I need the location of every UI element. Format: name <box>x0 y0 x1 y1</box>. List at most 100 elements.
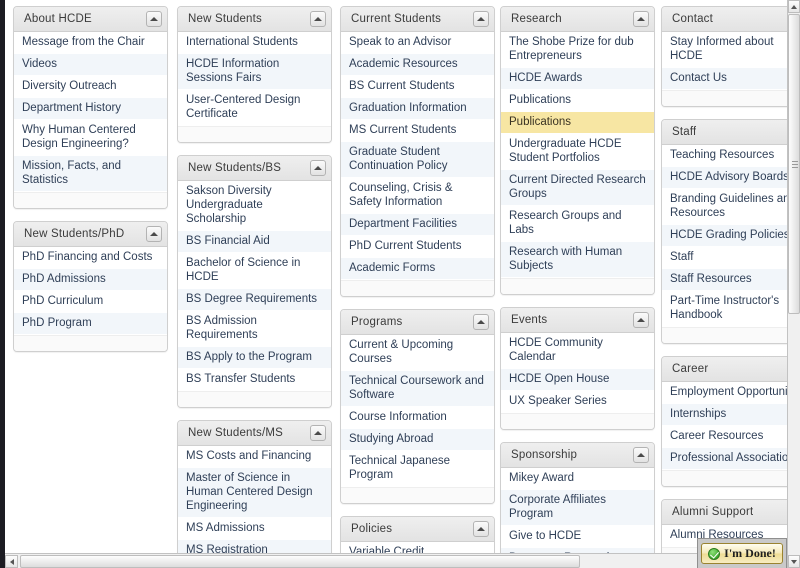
card-item[interactable]: Message from the Chair <box>14 32 167 54</box>
card-item[interactable]: Corporate Affiliates Program <box>501 490 654 526</box>
card-item[interactable]: Academic Resources <box>341 54 494 76</box>
collapse-triangle-up-icon[interactable] <box>310 425 326 441</box>
card-group-panel[interactable]: New Students/PhD PhD Financing and Costs P… <box>13 221 168 352</box>
card-group-panel[interactable]: New Students/BS Sakson Diversity Undergra… <box>177 155 332 408</box>
card-item[interactable]: HCDE Advisory Boards <box>662 167 787 189</box>
card-item[interactable]: Career Resources <box>662 426 787 448</box>
collapse-triangle-up-icon[interactable] <box>310 160 326 176</box>
card-item[interactable]: HCDE Community Calendar <box>501 333 654 369</box>
card-item[interactable]: Variable Credit Registration Policy <box>341 542 494 553</box>
card-item[interactable]: International Students <box>178 32 331 54</box>
card-item[interactable]: Contact Us <box>662 68 787 90</box>
im-done-button[interactable]: I'm Done! <box>701 543 783 564</box>
card-group-dropzone[interactable] <box>662 470 787 486</box>
card-group-dropzone[interactable] <box>662 327 787 343</box>
card-item[interactable]: Bachelor of Science in HCDE <box>178 253 331 289</box>
card-item[interactable]: Master of Science in Human Centered Desi… <box>178 468 331 518</box>
card-item[interactable]: Course Information <box>341 407 494 429</box>
card-item[interactable]: Branding Guidelines and Resources <box>662 189 787 225</box>
card-item[interactable]: Research with Human Subjects <box>501 242 654 278</box>
card-group-header[interactable]: New Students/MS <box>178 421 331 446</box>
card-item[interactable]: Publications <box>501 112 654 134</box>
scroll-up-arrow-icon[interactable] <box>788 0 800 13</box>
card-item[interactable]: MS Admissions <box>178 518 331 540</box>
card-group-dropzone[interactable] <box>501 413 654 429</box>
vertical-scrollbar[interactable] <box>787 0 800 568</box>
card-item[interactable]: Internships <box>662 404 787 426</box>
card-item[interactable]: Mikey Award <box>501 468 654 490</box>
vertical-scrollbar-thumb[interactable] <box>788 14 800 314</box>
card-item[interactable]: PhD Program <box>14 313 167 335</box>
card-group-dropzone[interactable] <box>14 192 167 208</box>
card-group-dropzone[interactable] <box>341 280 494 296</box>
card-item[interactable]: Videos <box>14 54 167 76</box>
collapse-triangle-up-icon[interactable] <box>146 226 162 242</box>
card-item[interactable]: Academic Forms <box>341 258 494 280</box>
card-item[interactable]: BS Financial Aid <box>178 231 331 253</box>
card-item[interactable]: HCDE Open House <box>501 369 654 391</box>
card-group-header[interactable]: New Students/PhD <box>14 222 167 247</box>
card-group-header[interactable]: Staff <box>662 120 787 145</box>
card-item[interactable]: PhD Curriculum <box>14 291 167 313</box>
card-group-dropzone[interactable] <box>501 278 654 294</box>
card-item[interactable]: BS Degree Requirements <box>178 289 331 311</box>
card-item[interactable]: Mission, Facts, and Statistics <box>14 156 167 192</box>
card-group-dropzone[interactable] <box>178 126 331 142</box>
card-item[interactable]: Undergraduate HCDE Student Portfolios <box>501 134 654 170</box>
scroll-down-arrow-icon[interactable] <box>788 555 800 568</box>
card-item[interactable]: Staff Resources <box>662 269 787 291</box>
card-group-dropzone[interactable] <box>178 391 331 407</box>
collapse-triangle-up-icon[interactable] <box>473 11 489 27</box>
card-group-header[interactable]: Research <box>501 7 654 32</box>
card-item[interactable]: Studying Abroad <box>341 429 494 451</box>
card-group-header[interactable]: Sponsorship <box>501 443 654 468</box>
card-item[interactable]: Department Facilities <box>341 214 494 236</box>
card-item[interactable]: Professional Associations <box>662 448 787 470</box>
card-group-header[interactable]: New Students/BS <box>178 156 331 181</box>
horizontal-scrollbar-thumb[interactable] <box>20 555 580 568</box>
card-group-dropzone[interactable] <box>14 335 167 351</box>
card-group-panel[interactable]: Sponsorship Mikey Award Corporate Affiliat… <box>500 442 655 553</box>
card-item[interactable]: MS Current Students <box>341 120 494 142</box>
card-item[interactable]: MS Registration <box>178 540 331 553</box>
card-item[interactable]: BS Apply to the Program <box>178 347 331 369</box>
card-group-dropzone[interactable] <box>662 90 787 106</box>
card-group-panel[interactable]: About HCDE Message from the Chair Videos Di… <box>13 6 168 209</box>
horizontal-scrollbar[interactable] <box>5 553 787 568</box>
card-group-panel[interactable]: Current Students Speak to an Advisor Acade… <box>340 6 495 297</box>
card-item[interactable]: HCDE Grading Policies <box>662 225 787 247</box>
card-item[interactable]: Speak to an Advisor <box>341 32 494 54</box>
card-item[interactable]: Sakson Diversity Undergraduate Scholarsh… <box>178 181 331 231</box>
card-item[interactable]: Teaching Resources <box>662 145 787 167</box>
card-group-panel[interactable]: New Students International Students HCDE I… <box>177 6 332 143</box>
card-item[interactable]: Diversity Outreach <box>14 76 167 98</box>
collapse-triangle-up-icon[interactable] <box>473 521 489 537</box>
card-item[interactable]: Department History <box>14 98 167 120</box>
card-group-panel[interactable]: Research The Shobe Prize for dub Entrepre… <box>500 6 655 295</box>
card-item[interactable]: Give to HCDE <box>501 526 654 548</box>
collapse-triangle-up-icon[interactable] <box>633 312 649 328</box>
card-item[interactable]: Graduation Information <box>341 98 494 120</box>
scroll-left-arrow-icon[interactable] <box>5 555 18 568</box>
card-item[interactable]: BS Transfer Students <box>178 369 331 391</box>
card-group-dropzone[interactable] <box>341 487 494 503</box>
card-item[interactable]: MS Costs and Financing <box>178 446 331 468</box>
card-group-panel[interactable]: Events HCDE Community Calendar HCDE Open H… <box>500 307 655 430</box>
card-group-panel[interactable]: Staff Teaching Resources HCDE Advisory Boa… <box>661 119 787 344</box>
card-group-header[interactable]: Contact <box>662 7 787 32</box>
card-group-header[interactable]: Programs <box>341 310 494 335</box>
card-item[interactable]: Current Directed Research Groups <box>501 170 654 206</box>
card-group-header[interactable]: New Students <box>178 7 331 32</box>
collapse-triangle-up-icon[interactable] <box>633 11 649 27</box>
card-group-header[interactable]: Alumni Support <box>662 500 787 525</box>
card-group-header[interactable]: Events <box>501 308 654 333</box>
card-item[interactable]: Stay Informed about HCDE <box>662 32 787 68</box>
card-item[interactable]: Graduate Student Continuation Policy <box>341 142 494 178</box>
card-group-panel[interactable]: Contact Stay Informed about HCDE Contact U… <box>661 6 787 107</box>
card-item[interactable]: HCDE Information Sessions Fairs <box>178 54 331 90</box>
card-item[interactable]: BS Admission Requirements <box>178 311 331 347</box>
collapse-triangle-up-icon[interactable] <box>310 11 326 27</box>
card-item[interactable]: Current & Upcoming Courses <box>341 335 494 371</box>
card-group-header[interactable]: Career <box>662 357 787 382</box>
card-item[interactable]: Part-Time Instructor's Handbook <box>662 291 787 327</box>
